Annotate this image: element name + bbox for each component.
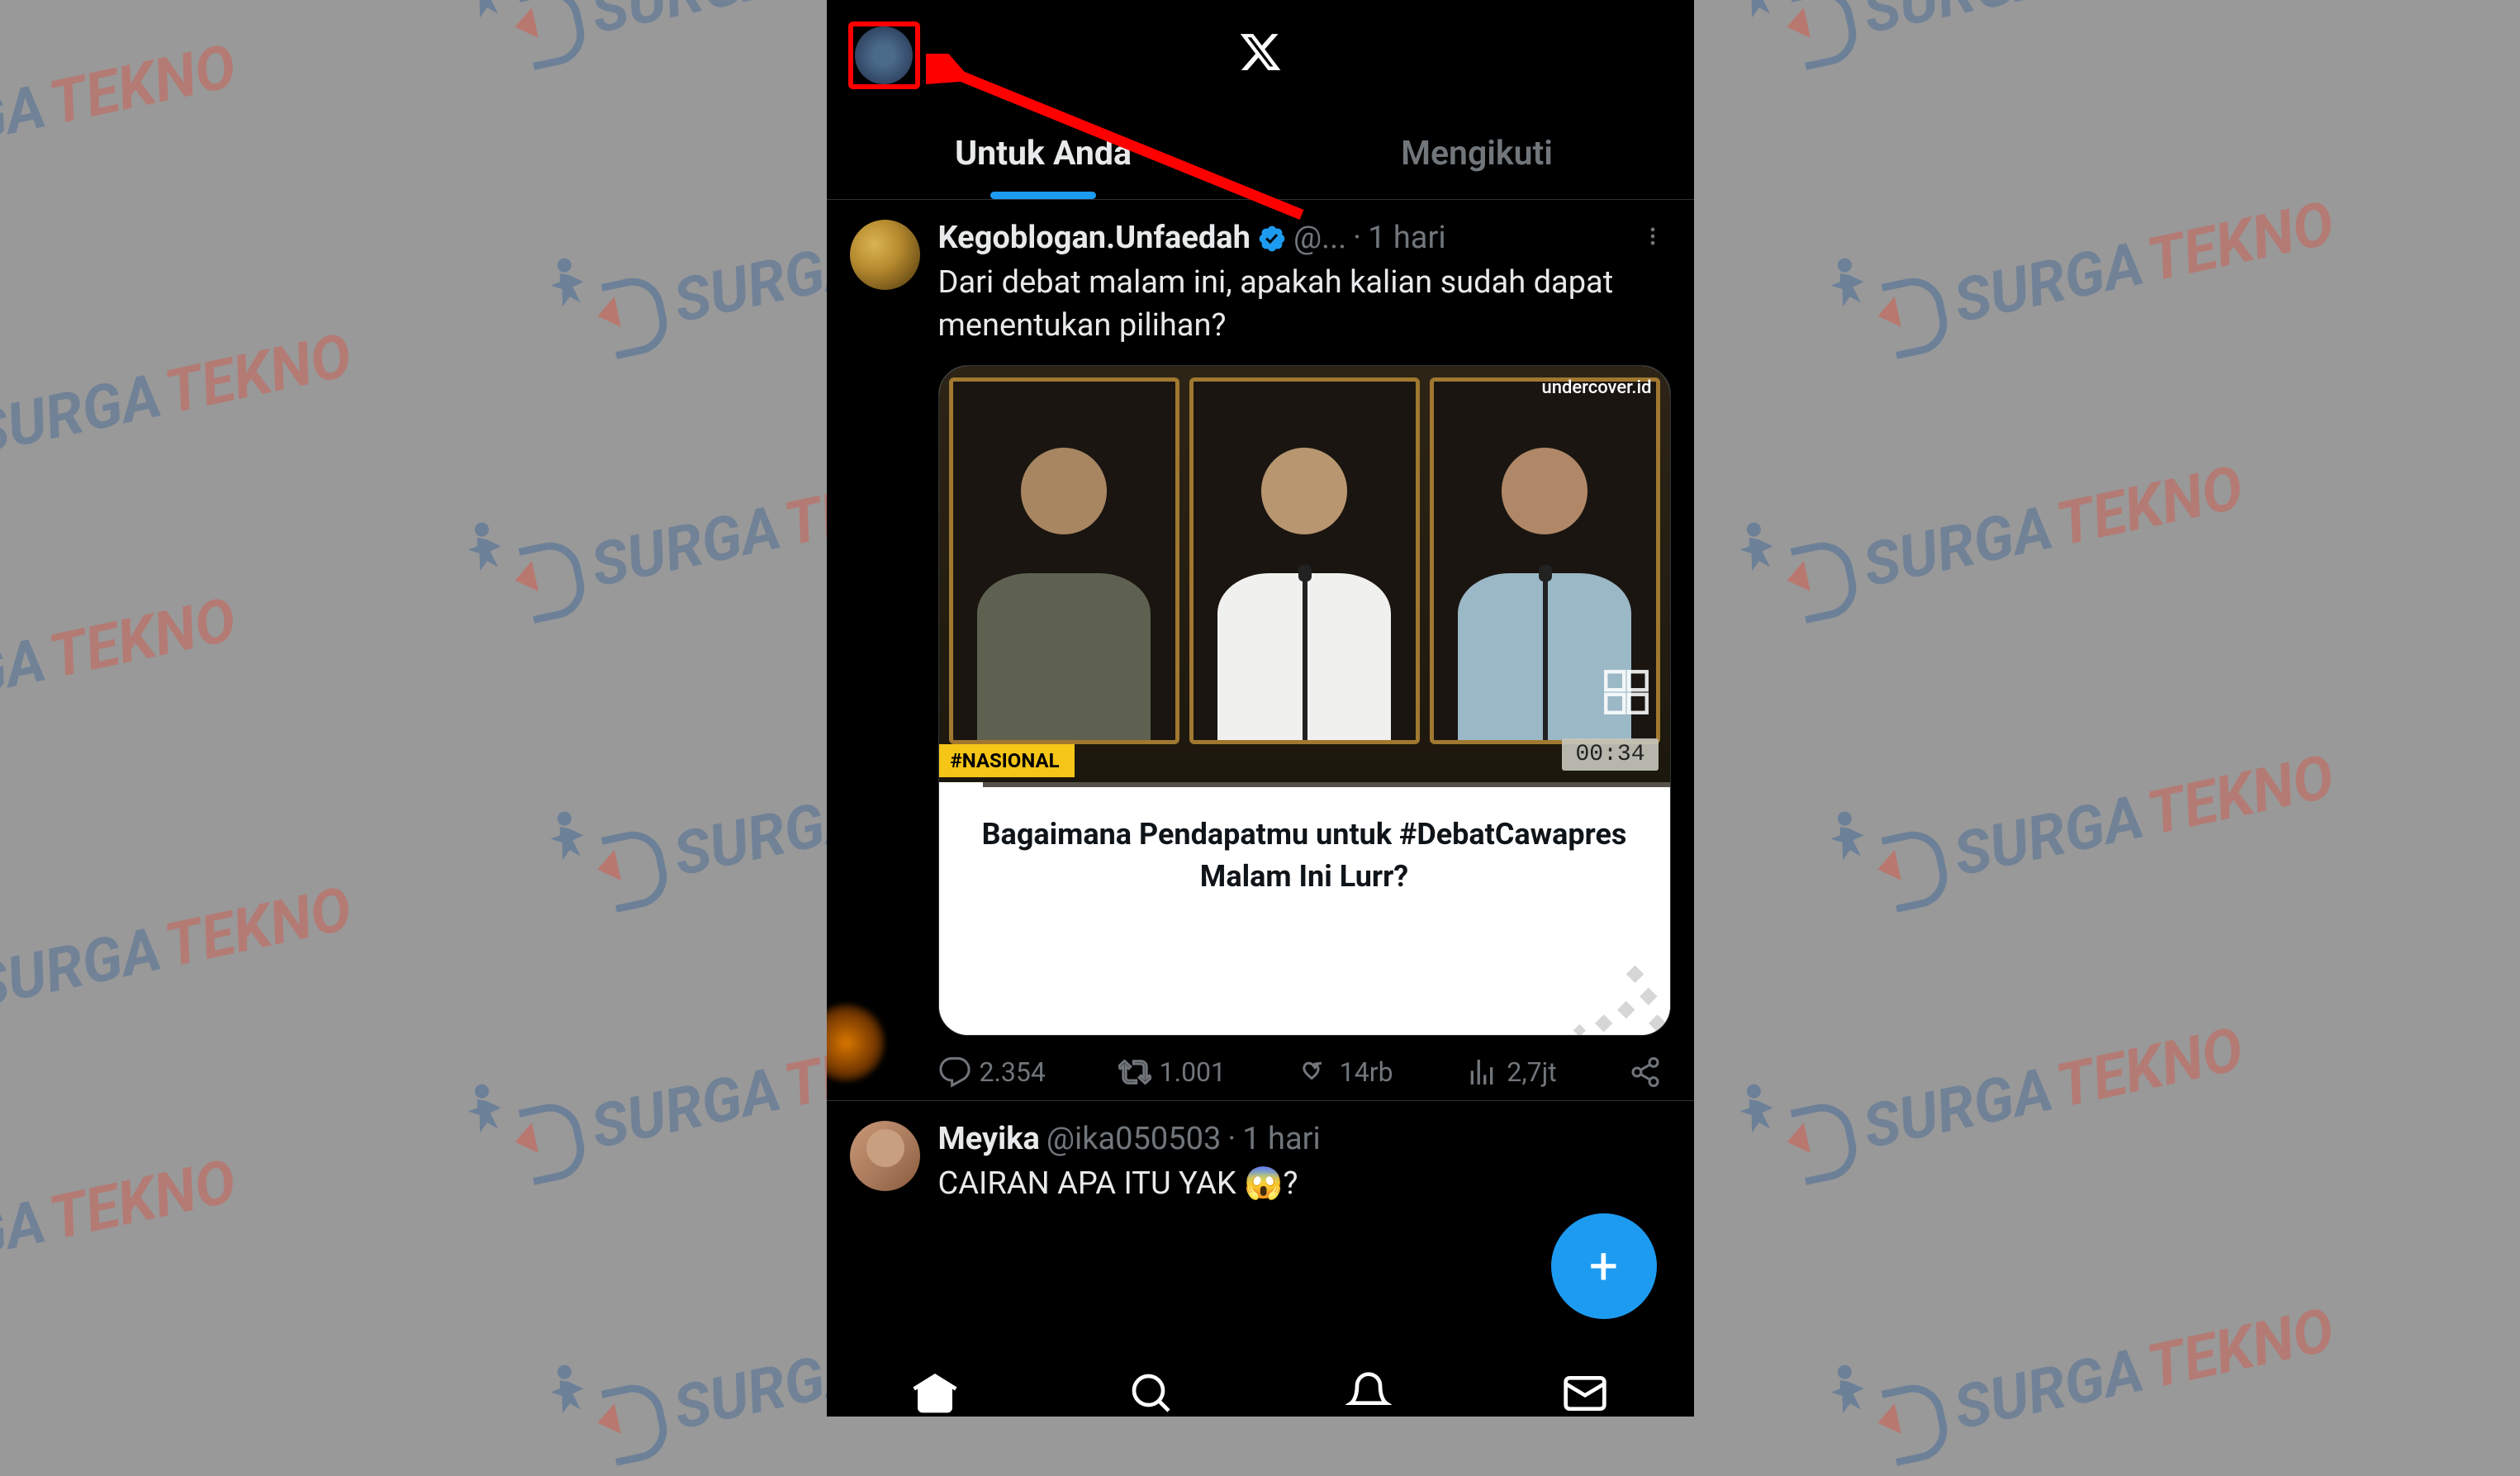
tweet-item[interactable]: Kegoblogan.Unfaedah @... · 1 hari Dari d… — [827, 200, 1694, 1101]
tweet-timestamp: 1 hari — [1242, 1121, 1321, 1159]
reply-count: 2.354 — [980, 1056, 1046, 1088]
compose-tweet-button[interactable]: + — [1551, 1213, 1657, 1319]
reply-button[interactable]: 2.354 — [938, 1056, 1046, 1089]
tweet-author-avatar[interactable] — [850, 220, 920, 290]
plus-icon: + — [1589, 1236, 1618, 1297]
tweet-header: Kegoblogan.Unfaedah @... · 1 hari — [938, 220, 1671, 258]
tweet-text: Dari debat malam ini, apakah kalian suda… — [938, 261, 1671, 348]
video-grid-icon[interactable] — [1599, 665, 1654, 719]
views-button[interactable]: 2,7jt — [1465, 1056, 1556, 1089]
video-source-watermark: undercover.id — [1542, 377, 1652, 398]
tweet-more-button[interactable] — [1635, 220, 1671, 258]
video-progress-bar[interactable] — [939, 782, 1670, 787]
bottom-navigation — [827, 1365, 1694, 1417]
tweet-author-name[interactable]: Kegoblogan.Unfaedah — [938, 220, 1251, 258]
video-thumbnail[interactable]: undercover.id #NASIONAL 00:34 — [939, 366, 1670, 787]
tab-following[interactable]: Mengikuti — [1260, 107, 1694, 199]
tweet-author-handle[interactable]: @... — [1293, 220, 1346, 258]
like-button[interactable]: 14rb — [1298, 1056, 1393, 1089]
x-logo-icon[interactable] — [1238, 30, 1283, 78]
separator-dot: · — [1227, 1121, 1236, 1159]
views-count: 2,7jt — [1507, 1056, 1556, 1088]
tweet-text: CAIRAN APA ITU YAK 😱? — [938, 1162, 1671, 1205]
tweet-item[interactable]: Meyika @ika050503 · 1 hari CAIRAN APA IT… — [827, 1101, 1694, 1213]
tweet-actions-bar: 2.354 1.001 14rb 2,7jt — [938, 1056, 1671, 1089]
retweet-button[interactable]: 1.001 — [1118, 1056, 1226, 1089]
media-caption: Bagaimana Pendapatmu untuk #DebatCawapre… — [939, 787, 1670, 1035]
tweet-media-card[interactable]: undercover.id #NASIONAL 00:34 Bagaimana … — [938, 365, 1671, 1036]
like-count: 14rb — [1340, 1056, 1393, 1088]
feed-tabs: Untuk Anda Mengikuti — [827, 107, 1694, 200]
video-timer: 00:34 — [1562, 738, 1658, 771]
share-button[interactable] — [1629, 1056, 1662, 1089]
tweet-author-handle[interactable]: @ika050503 — [1046, 1121, 1221, 1159]
tweet-body: Meyika @ika050503 · 1 hari CAIRAN APA IT… — [938, 1121, 1671, 1205]
caption-decoration-icon — [1480, 928, 1670, 1035]
nav-search-icon[interactable] — [1128, 1370, 1175, 1417]
nav-messages-icon[interactable] — [1562, 1370, 1608, 1417]
tweet-author-name[interactable]: Meyika — [938, 1121, 1040, 1159]
tweet-author-avatar[interactable] — [850, 1121, 920, 1191]
nav-notifications-icon[interactable] — [1345, 1370, 1392, 1417]
tab-for-you[interactable]: Untuk Anda — [827, 107, 1260, 199]
nav-home-icon[interactable] — [912, 1370, 958, 1417]
app-header — [827, 0, 1694, 107]
profile-menu-button[interactable] — [848, 21, 920, 89]
video-category-tag: #NASIONAL — [939, 744, 1075, 777]
tweet-timestamp: 1 hari — [1368, 220, 1446, 258]
verified-badge-icon — [1257, 224, 1287, 254]
separator-dot: · — [1353, 220, 1361, 258]
phone-frame: Untuk Anda Mengikuti Kegoblogan.Unfaedah… — [827, 0, 1694, 1417]
profile-avatar-icon — [855, 26, 913, 84]
retweet-count: 1.001 — [1160, 1056, 1226, 1088]
tweet-body: Kegoblogan.Unfaedah @... · 1 hari Dari d… — [938, 220, 1671, 1089]
tweet-header: Meyika @ika050503 · 1 hari — [938, 1121, 1671, 1159]
